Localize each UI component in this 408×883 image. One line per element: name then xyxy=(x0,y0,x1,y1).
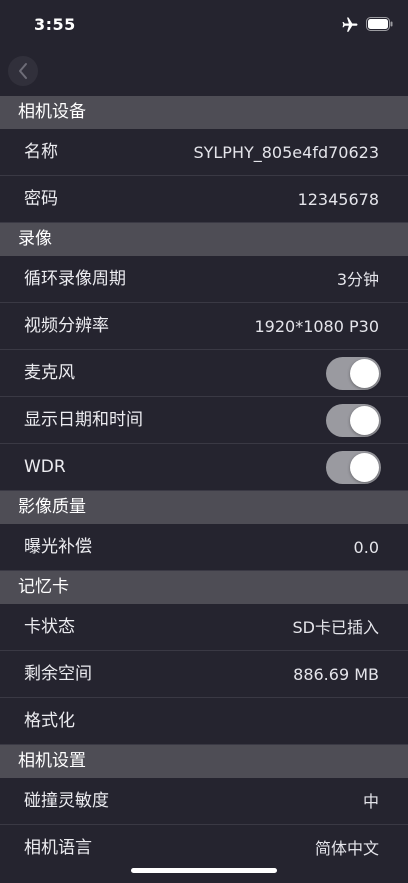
home-indicator[interactable] xyxy=(131,868,277,873)
collision-sensitivity-label: 碰撞灵敏度 xyxy=(24,791,109,811)
row-wdr: WDR xyxy=(0,444,408,491)
wdr-toggle[interactable] xyxy=(326,451,381,484)
microphone-label: 麦克风 xyxy=(24,363,75,383)
settings-list: 相机设备 名称 SYLPHY_805e4fd70623 密码 12345678 … xyxy=(0,96,408,872)
microphone-toggle[interactable] xyxy=(326,357,381,390)
wdr-label: WDR xyxy=(24,457,66,477)
show-datetime-label: 显示日期和时间 xyxy=(24,410,143,430)
camera-language-value: 简体中文 xyxy=(314,839,379,858)
chevron-left-icon xyxy=(19,63,27,79)
show-datetime-toggle[interactable] xyxy=(326,404,381,437)
row-microphone: 麦克风 xyxy=(0,350,408,397)
format-label: 格式化 xyxy=(24,711,75,731)
section-header-image-quality: 影像质量 xyxy=(0,491,408,524)
row-password[interactable]: 密码 12345678 xyxy=(0,176,408,223)
collision-sensitivity-value: 中 xyxy=(362,792,379,811)
exposure-value: 0.0 xyxy=(353,538,379,557)
section-header-memory-card: 记忆卡 xyxy=(0,571,408,604)
loop-recording-label: 循环录像周期 xyxy=(24,269,126,289)
row-card-status: 卡状态 SD卡已插入 xyxy=(0,604,408,651)
card-status-value: SD卡已插入 xyxy=(292,618,379,637)
row-show-datetime: 显示日期和时间 xyxy=(0,397,408,444)
row-exposure[interactable]: 曝光补偿 0.0 xyxy=(0,524,408,571)
toggle-knob xyxy=(350,453,379,482)
row-video-resolution[interactable]: 视频分辨率 1920*1080 P30 xyxy=(0,303,408,350)
row-loop-recording[interactable]: 循环录像周期 3分钟 xyxy=(0,256,408,303)
row-camera-language[interactable]: 相机语言 简体中文 xyxy=(0,825,408,872)
free-space-value: 886.69 MB xyxy=(293,665,379,684)
back-button[interactable] xyxy=(8,56,38,86)
password-value: 12345678 xyxy=(297,190,379,209)
video-resolution-label: 视频分辨率 xyxy=(24,316,109,336)
camera-language-label: 相机语言 xyxy=(24,838,92,858)
status-bar: 3:55 xyxy=(0,0,408,50)
free-space-label: 剩余空间 xyxy=(24,664,92,684)
password-label: 密码 xyxy=(24,189,58,209)
exposure-label: 曝光补偿 xyxy=(24,537,92,557)
device-name-label: 名称 xyxy=(24,142,58,162)
row-free-space: 剩余空间 886.69 MB xyxy=(0,651,408,698)
airplane-icon xyxy=(342,17,358,32)
section-header-recording: 录像 xyxy=(0,223,408,256)
video-resolution-value: 1920*1080 P30 xyxy=(254,317,379,336)
nav-bar xyxy=(0,50,408,96)
section-header-camera-settings: 相机设置 xyxy=(0,745,408,778)
toggle-knob xyxy=(350,406,379,435)
card-status-label: 卡状态 xyxy=(24,617,75,637)
row-format[interactable]: 格式化 xyxy=(0,698,408,745)
loop-recording-value: 3分钟 xyxy=(336,270,379,289)
row-device-name[interactable]: 名称 SYLPHY_805e4fd70623 xyxy=(0,129,408,176)
status-time: 3:55 xyxy=(34,15,76,34)
row-collision-sensitivity[interactable]: 碰撞灵敏度 中 xyxy=(0,778,408,825)
toggle-knob xyxy=(350,359,379,388)
section-header-camera-device: 相机设备 xyxy=(0,96,408,129)
device-name-value: SYLPHY_805e4fd70623 xyxy=(193,143,379,162)
battery-icon xyxy=(366,17,393,31)
